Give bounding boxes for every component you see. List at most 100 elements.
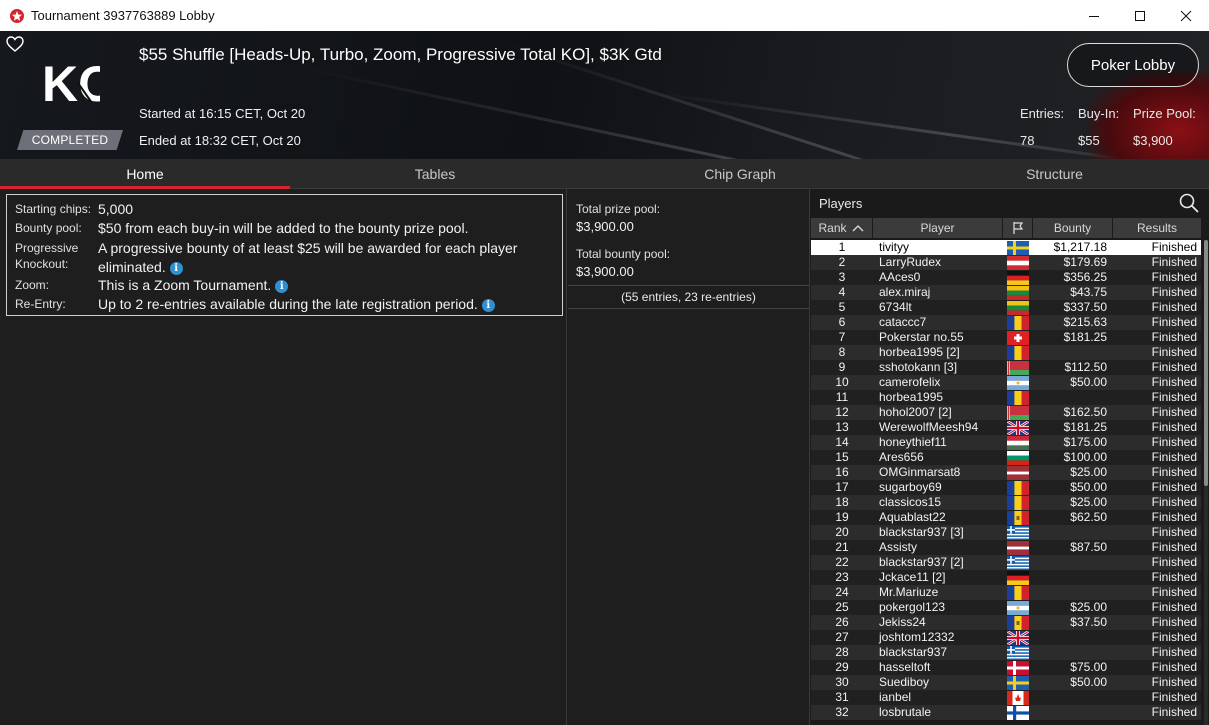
player-row[interactable]: 30 Suediboy $50.00 Finished [811,675,1201,690]
tab-structure[interactable]: Structure [900,159,1209,189]
player-result: Finished [1151,375,1197,389]
info-icon[interactable]: i [169,262,183,275]
player-name: losbrutale [879,705,932,719]
scrollbar-thumb[interactable] [1204,240,1208,486]
player-row[interactable]: 29 hasseltoft $75.00 Finished [811,660,1201,675]
column-bounty[interactable]: Bounty [1033,218,1113,238]
player-result: Finished [1151,405,1197,419]
country-flag [1003,285,1033,300]
player-row[interactable]: 18 classicos15 $25.00 Finished [811,495,1201,510]
player-row[interactable]: 9 sshotokann [3] $112.50 Finished [811,360,1201,375]
flag-by-icon [1007,360,1029,375]
info-icon[interactable]: i [275,280,289,293]
player-bounty: $179.69 [1063,255,1107,269]
country-flag [1003,705,1033,720]
player-row[interactable]: 14 honeythief11 $175.00 Finished [811,435,1201,450]
player-rank: 31 [835,690,849,704]
tab-tables[interactable]: Tables [290,159,580,189]
info-icon[interactable]: i [481,299,495,312]
country-flag [1003,315,1033,330]
player-row[interactable]: 4 alex.miraj $43.75 Finished [811,285,1201,300]
player-bounty: $50.00 [1070,675,1107,689]
player-row[interactable]: 19 Aquablast22 $62.50 Finished [811,510,1201,525]
tab-home[interactable]: Home [0,159,290,189]
window-title: Tournament 3937763889 Lobby [31,8,215,23]
player-row[interactable]: 27 joshtom12332 Finished [811,630,1201,645]
player-row[interactable]: 28 blackstar937 Finished [811,645,1201,660]
player-row[interactable]: 16 OMGinmarsat8 $25.00 Finished [811,465,1201,480]
player-name: pokergol123 [879,600,946,614]
player-row[interactable]: 6 cataccc7 $215.63 Finished [811,315,1201,330]
player-bounty [1033,525,1113,540]
country-flag [1003,510,1033,525]
player-rank: 13 [835,420,849,434]
players-list: 1 tivityy $1,217.18 Finished 2 LarryRudex $179… [811,240,1201,720]
player-row[interactable]: 32 losbrutale Finished [811,705,1201,720]
player-row[interactable]: 11 horbea1995 Finished [811,390,1201,405]
flag-ro-icon [1007,495,1029,510]
player-rank: 22 [835,555,849,569]
player-row[interactable]: 24 Mr.Mariuze Finished [811,585,1201,600]
flag-ar-icon [1007,375,1029,390]
player-row[interactable]: 12 hohol2007 [2] $162.50 Finished [811,405,1201,420]
player-result: Finished [1151,600,1197,614]
player-row[interactable]: 17 sugarboy69 $50.00 Finished [811,480,1201,495]
player-bounty: $181.25 [1063,420,1107,434]
player-result: Finished [1151,240,1197,254]
player-row[interactable]: 1 tivityy $1,217.18 Finished [811,240,1201,255]
player-bounty: $25.00 [1070,465,1107,479]
column-flag[interactable] [1003,218,1033,238]
column-player[interactable]: Player [873,218,1003,238]
search-icon[interactable] [1179,193,1199,213]
player-name: LarryRudex [879,255,942,269]
lobby-tabs: Home Tables Chip Graph Structure [0,159,1209,189]
minimize-button[interactable] [1071,0,1117,31]
player-row[interactable]: 26 Jekiss24 $37.50 Finished [811,615,1201,630]
player-row[interactable]: 23 Jckace11 [2] Finished [811,570,1201,585]
tab-chip-graph[interactable]: Chip Graph [580,159,900,189]
player-row[interactable]: 2 LarryRudex $179.69 Finished [811,255,1201,270]
player-row[interactable]: 5 6734lt $337.50 Finished [811,300,1201,315]
favorite-heart-icon[interactable] [6,36,24,52]
flag-dk-icon [1007,660,1029,675]
poker-lobby-button[interactable]: Poker Lobby [1067,43,1199,87]
player-name: camerofelix [879,375,941,389]
player-row[interactable]: 20 blackstar937 [3] Finished [811,525,1201,540]
player-row[interactable]: 22 blackstar937 [2] Finished [811,555,1201,570]
player-row[interactable]: 3 AAces0 $356.25 Finished [811,270,1201,285]
player-result: Finished [1151,660,1197,674]
home-panel: Starting chips: 5,000 Bounty pool: $50 f… [0,189,567,725]
player-name: alex.miraj [879,285,931,299]
country-flag [1003,435,1033,450]
maximize-button[interactable] [1117,0,1163,31]
player-result: Finished [1151,615,1197,629]
player-row[interactable]: 25 pokergol123 $25.00 Finished [811,600,1201,615]
player-name: hohol2007 [2] [879,405,952,419]
player-name: OMGinmarsat8 [879,465,961,479]
tournament-header: KO COMPLETED $55 Shuffle [Heads-Up, Turb… [0,31,1209,159]
player-result: Finished [1151,570,1197,584]
player-bounty: $175.00 [1063,435,1107,449]
player-name: ianbel [879,690,912,704]
player-rank: 28 [835,645,849,659]
player-result: Finished [1151,510,1197,524]
close-button[interactable] [1163,0,1209,31]
country-flag [1003,480,1033,495]
players-title: Players [819,195,863,211]
player-row[interactable]: 21 Assisty $87.50 Finished [811,540,1201,555]
flag-ro-icon [1007,480,1029,495]
player-bounty: $100.00 [1063,450,1107,464]
column-rank[interactable]: Rank [811,218,873,238]
player-name: Mr.Mariuze [879,585,939,599]
player-row[interactable]: 13 WerewolfMeesh94 $181.25 Finished [811,420,1201,435]
player-row[interactable]: 10 camerofelix $50.00 Finished [811,375,1201,390]
player-result: Finished [1151,555,1197,569]
column-results[interactable]: Results [1113,218,1201,238]
player-bounty [1033,345,1113,360]
player-row[interactable]: 31 ianbel Finished [811,690,1201,705]
player-rank: 26 [835,615,849,629]
country-flag [1003,585,1033,600]
player-row[interactable]: 8 horbea1995 [2] Finished [811,345,1201,360]
player-row[interactable]: 7 Pokerstar no.55 $181.25 Finished [811,330,1201,345]
player-row[interactable]: 15 Ares656 $100.00 Finished [811,450,1201,465]
